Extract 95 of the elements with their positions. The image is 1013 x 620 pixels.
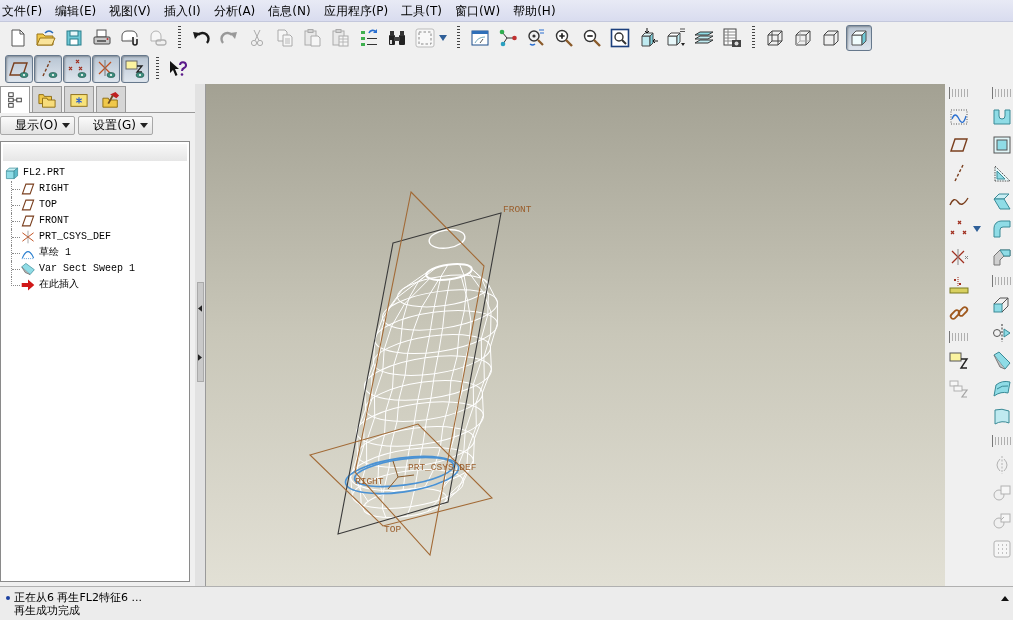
regenerate-list-icon[interactable] [359, 28, 379, 48]
target-magnifier-icon[interactable] [526, 28, 546, 48]
csys-eye-button[interactable] [92, 55, 120, 83]
tree-item[interactable]: RIGHT [39, 182, 69, 196]
cube-caret-icon[interactable] [666, 28, 686, 48]
menu-item[interactable]: 分析(A) [211, 1, 262, 20]
shaded-cube-button[interactable] [846, 25, 872, 51]
dropdown-arrow-icon[interactable] [439, 35, 447, 41]
extrude-icon[interactable] [992, 295, 1012, 315]
sweep-icon[interactable] [992, 351, 1012, 371]
points-eye-button[interactable] [63, 55, 91, 83]
note-eye-button[interactable] [121, 55, 149, 83]
measure-icon[interactable] [949, 275, 969, 295]
tree-item[interactable]: FL2.PRT [23, 166, 65, 180]
zoom-in-icon[interactable] [554, 28, 574, 48]
boundary-blend-icon[interactable] [992, 379, 1012, 399]
expand-right-icon[interactable] [198, 354, 202, 361]
datum-plane-icon [21, 214, 35, 228]
chamfer-icon[interactable] [992, 247, 1012, 267]
tree-item[interactable]: TOP [39, 198, 57, 212]
sketch-icon[interactable] [949, 107, 969, 127]
menu-item[interactable]: 窗口(W) [452, 1, 507, 20]
status-message: 正在从6 再生FL2特征6 ... [14, 591, 142, 604]
shaded-cube-icon [849, 28, 869, 48]
tree-structure-tab[interactable] [0, 86, 30, 113]
outline-cube-icon [821, 28, 841, 48]
datum-plane-label: TOP [384, 524, 402, 535]
caret-icon [62, 123, 70, 128]
menu-item[interactable]: 视图(V) [107, 1, 157, 20]
collapse-left-icon[interactable] [198, 305, 202, 312]
status-message: 再生成功完成 [14, 604, 80, 617]
note-eye-icon [125, 59, 145, 79]
three-nodes-icon[interactable] [498, 28, 518, 48]
help-pointer-icon[interactable] [168, 59, 188, 79]
datum-plane[interactable] [337, 212, 502, 535]
csys-eye-icon [96, 59, 116, 79]
axis-eye-button[interactable] [34, 55, 62, 83]
hole-icon[interactable] [992, 107, 1012, 127]
caret-icon [140, 123, 148, 128]
hidden-line-cube-icon [793, 28, 813, 48]
sweep-icon [21, 262, 35, 276]
rib-icon[interactable] [992, 163, 1012, 183]
paperclip-icon[interactable] [120, 28, 140, 48]
tree-item[interactable]: 草绘 1 [39, 246, 71, 260]
star-folder-tab[interactable] [64, 86, 94, 112]
tree-item[interactable]: PRT_CSYS_DEF [39, 230, 111, 244]
menu-button[interactable]: 显示(O) [0, 116, 75, 135]
wireframe-cube-icon [765, 28, 785, 48]
revolve-icon[interactable] [992, 323, 1012, 343]
tree-item[interactable]: Var Sect Sweep 1 [39, 262, 135, 276]
datum-plane-icon [21, 198, 35, 212]
menu-item[interactable]: 帮助(H) [511, 1, 562, 20]
menu-item[interactable]: 插入(I) [161, 1, 207, 20]
note-z-icon[interactable] [949, 351, 969, 371]
menu-item[interactable]: 工具(T) [399, 1, 448, 20]
zoom-out-icon[interactable] [582, 28, 602, 48]
datum-plane[interactable] [354, 190, 485, 557]
new-page-icon[interactable] [8, 28, 28, 48]
tree-item[interactable]: 在此插入 [39, 278, 79, 292]
datum-plane-icon[interactable] [949, 135, 969, 155]
menu-item[interactable]: 应用程序(P) [321, 1, 395, 20]
table-camera-icon[interactable] [722, 28, 742, 48]
binoculars-icon[interactable] [387, 28, 407, 48]
splitter-handle[interactable] [196, 282, 204, 382]
datum-plane-icon [21, 182, 35, 196]
window-gauge-icon[interactable] [470, 28, 490, 48]
coordinate-system-icon [21, 230, 35, 244]
menu-item[interactable]: 编辑(E) [53, 1, 103, 20]
insert-arrow-icon [21, 278, 35, 292]
menu-button[interactable]: 设置(G) [78, 116, 153, 135]
scroll-up-icon[interactable] [1001, 596, 1009, 601]
tree-item[interactable]: FRONT [39, 214, 69, 228]
coordinate-system-icon[interactable] [949, 247, 969, 267]
part-cube-icon [5, 166, 19, 180]
datum-plane-label: FRONT [503, 204, 532, 215]
hammer-folder-icon [102, 90, 120, 109]
chain-link-icon[interactable] [949, 303, 969, 323]
framed-magnifier-icon[interactable] [610, 28, 630, 48]
plane-eye-button[interactable] [5, 55, 33, 83]
round-icon[interactable] [992, 219, 1012, 239]
points-eye-icon [67, 59, 87, 79]
style-surface-icon[interactable] [992, 407, 1012, 427]
hammer-folder-tab[interactable] [96, 86, 126, 112]
plane-eye-icon [9, 59, 29, 79]
cube-arrows-icon[interactable] [638, 28, 658, 48]
dropdown-arrow-icon[interactable] [973, 226, 981, 232]
menu-item[interactable]: 信息(N) [266, 1, 317, 20]
draft-icon[interactable] [992, 191, 1012, 211]
printer-icon[interactable] [92, 28, 112, 48]
shell-icon[interactable] [992, 135, 1012, 155]
tree-structure-icon [6, 91, 24, 109]
open-folder-icon[interactable] [36, 28, 56, 48]
datum-plane[interactable] [308, 423, 494, 527]
menu-item[interactable]: 文件(F) [0, 1, 49, 20]
folders-tab[interactable] [32, 86, 62, 112]
